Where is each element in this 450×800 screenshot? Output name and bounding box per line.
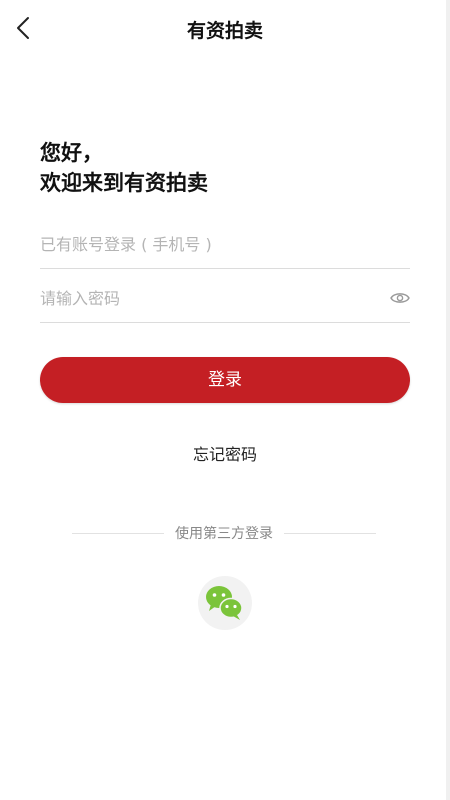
account-input[interactable] [40,224,370,264]
divider-line-right [284,533,376,534]
eye-icon[interactable] [390,290,410,306]
wechat-login-button[interactable] [198,576,252,630]
greeting: 您好， 欢迎来到有资拍卖 [40,138,208,198]
nav-bar: 有资拍卖 [0,0,450,56]
login-button[interactable]: 登录 [40,357,410,403]
page-title: 有资拍卖 [186,20,263,42]
right-edge-strip [446,0,450,800]
password-field [40,278,410,323]
account-field [40,224,410,269]
forgot-password-row: 忘记密码 [0,441,450,465]
third-party-divider: 使用第三方登录 [72,523,376,545]
wechat-icon [206,586,243,620]
greeting-line-1: 您好， [40,141,103,165]
greeting-line-2: 欢迎来到有资拍卖 [40,171,208,195]
password-input[interactable] [40,278,370,318]
forgot-password-link[interactable]: 忘记密码 [193,445,257,464]
